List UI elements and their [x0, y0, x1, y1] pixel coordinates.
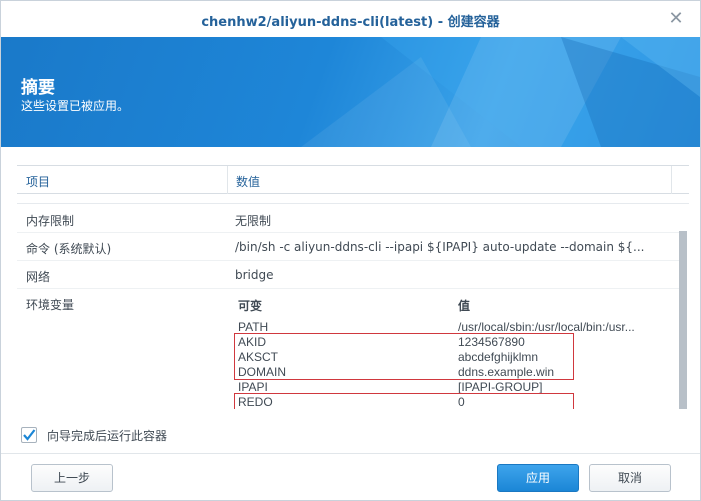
table-scrollbar[interactable] [679, 231, 687, 409]
highlight-box [234, 393, 574, 409]
column-divider [671, 166, 672, 194]
banner-title: 摘要 [21, 78, 55, 98]
table-row: 网络 bridge [17, 261, 681, 289]
row-value: /bin/sh -c aliyun-ddns-cli --ipapi ${IPA… [235, 240, 645, 254]
env-header-name: 可变 [238, 299, 263, 313]
column-header-value[interactable]: 数值 [236, 173, 260, 190]
table-row: 内存限制 无限制 [17, 205, 681, 233]
column-divider [227, 166, 228, 194]
run-after-wizard-checkbox[interactable] [21, 427, 37, 443]
highlight-box [234, 333, 574, 380]
apply-button[interactable]: 应用 [497, 464, 579, 492]
table-header: 项目 数值 [17, 166, 689, 194]
run-after-wizard-label: 向导完成后运行此容器 [47, 428, 168, 443]
table-row: 命令 (系统默认) /bin/sh -c aliyun-ddns-cli --i… [17, 233, 681, 261]
row-value: 无限制 [235, 214, 272, 228]
summary-banner: 摘要 这些设置已被应用。 [1, 37, 700, 147]
row-key: 环境变量 [26, 298, 75, 312]
run-after-wizard-option[interactable]: 向导完成后运行此容器 [21, 426, 167, 444]
table-header-spacer [17, 194, 689, 204]
table-row-env: 环境变量 可变 值 PATH /usr/local/sbin:/usr/loca… [17, 289, 681, 409]
row-key: 内存限制 [26, 214, 75, 228]
banner-decoration [301, 37, 700, 147]
summary-table: 项目 数值 内存限制 无限制 命令 (系统默认) /bin/sh -c aliy… [17, 165, 689, 409]
env-value: /usr/local/sbin:/usr/local/bin:/usr... [458, 320, 635, 334]
checkmark-icon [23, 429, 36, 441]
row-value: bridge [235, 268, 274, 282]
close-icon[interactable]: ✕ [666, 9, 686, 29]
row-key: 网络 [26, 270, 51, 284]
env-header-value: 值 [458, 299, 471, 313]
env-value: [IPAPI-GROUP] [458, 380, 543, 394]
back-button[interactable]: 上一步 [31, 464, 113, 492]
row-key: 命令 (系统默认) [26, 242, 112, 256]
banner-subtitle: 这些设置已被应用。 [21, 99, 130, 113]
dialog-footer: 上一步 应用 取消 [1, 453, 700, 500]
window-title: chenhw2/aliyun-ddns-cli(latest) - 创建容器 [201, 15, 500, 30]
create-container-dialog: chenhw2/aliyun-ddns-cli(latest) - 创建容器 ✕… [0, 0, 701, 501]
column-header-item[interactable]: 项目 [26, 173, 50, 190]
env-name: IPAPI [238, 380, 268, 394]
cancel-button[interactable]: 取消 [589, 464, 671, 492]
env-name: PATH [238, 320, 269, 334]
title-bar: chenhw2/aliyun-ddns-cli(latest) - 创建容器 ✕ [1, 1, 700, 37]
